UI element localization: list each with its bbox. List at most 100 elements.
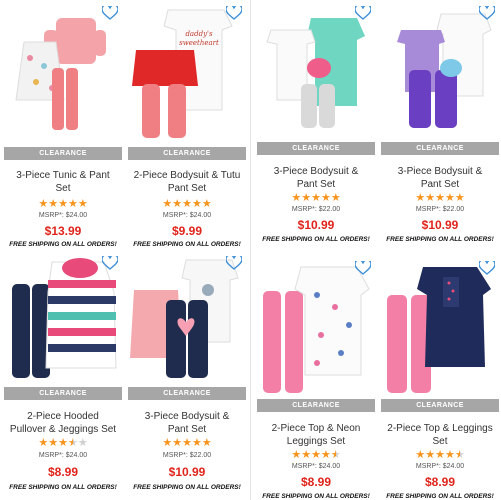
star-icon: ★ — [191, 198, 202, 210]
free-shipping-note: FREE SHIPPING ON ALL ORDERS! — [133, 241, 241, 248]
svg-text:sweetheart: sweetheart — [179, 39, 219, 47]
star-rating: ★★★★★ — [381, 192, 499, 204]
star-icon: ★ — [58, 198, 68, 210]
star-icon: ★ — [435, 192, 445, 204]
star-icon: ★ — [301, 192, 312, 204]
product-image[interactable] — [257, 0, 375, 138]
sale-price: $13.99 — [44, 224, 82, 238]
star-rating: ★★★★★ — [4, 198, 122, 210]
star-rating: ★★★★★ — [257, 449, 375, 461]
star-icon: ★ — [67, 198, 78, 210]
star-icon: ★ — [38, 437, 49, 449]
star-icon: ★ — [172, 198, 183, 210]
clearance-badge: CLEARANCE — [381, 142, 499, 155]
sale-price: $8.99 — [300, 475, 332, 489]
heart-icon[interactable] — [355, 261, 371, 275]
star-icon: ★ — [67, 437, 78, 449]
clearance-badge: CLEARANCE — [381, 399, 499, 412]
star-icon: ★ — [38, 198, 49, 210]
heart-icon[interactable] — [479, 6, 495, 20]
sale-price: $8.99 — [424, 475, 456, 489]
star-icon: ★ — [48, 198, 59, 210]
clearance-badge: CLEARANCE — [4, 147, 122, 160]
heart-icon[interactable] — [102, 256, 118, 270]
star-icon: ★ — [77, 198, 88, 210]
sale-price: $9.99 — [171, 224, 203, 238]
star-icon: ★ — [435, 449, 445, 461]
star-icon: ★ — [330, 192, 341, 204]
star-icon: ★ — [311, 192, 321, 204]
star-icon: ★ — [201, 198, 212, 210]
star-icon: ★ — [201, 437, 212, 449]
product-name[interactable]: 3-Piece Bodysuit & Pant Set — [128, 410, 246, 436]
product-image[interactable] — [4, 0, 122, 142]
free-shipping-note: FREE SHIPPING ON ALL ORDERS! — [386, 493, 494, 500]
star-rating: ★★★★★ — [128, 198, 246, 210]
msrp-price: MSRP*: $22.00 — [162, 452, 212, 459]
star-icon: ★ — [182, 198, 192, 210]
sale-price: $8.99 — [47, 465, 79, 479]
star-icon: ★ — [162, 198, 173, 210]
star-icon: ★ — [48, 437, 59, 449]
heart-icon[interactable] — [479, 261, 495, 275]
product-name[interactable]: 2-Piece Top & Leggings Set — [381, 422, 499, 448]
product-name[interactable]: 3-Piece Bodysuit & Pant Set — [381, 165, 499, 191]
right-screenshot-panel: CLEARANCE 3-Piece Bodysuit & Pant Set ★★… — [251, 0, 501, 500]
product-name[interactable]: 2-Piece Bodysuit & Tutu Pant Set — [128, 169, 246, 195]
sale-price: $10.99 — [297, 218, 335, 232]
product-name[interactable]: 2-Piece Top & Neon Leggings Set — [257, 422, 375, 448]
product-name[interactable]: 3-Piece Tunic & Pant Set — [4, 169, 122, 195]
clearance-badge: CLEARANCE — [128, 387, 246, 400]
star-icon: ★ — [425, 192, 436, 204]
star-icon: ★ — [454, 192, 465, 204]
star-icon: ★ — [311, 449, 321, 461]
msrp-price: MSRP*: $24.00 — [162, 212, 212, 219]
clearance-badge: CLEARANCE — [257, 399, 375, 412]
free-shipping-note: FREE SHIPPING ON ALL ORDERS! — [133, 484, 241, 491]
msrp-price: MSRP*: $24.00 — [415, 463, 465, 470]
heart-icon[interactable] — [226, 256, 242, 270]
product-image[interactable]: daddy's sweetheart — [128, 0, 246, 142]
product-name[interactable]: 3-Piece Bodysuit & Pant Set — [257, 165, 375, 191]
star-icon: ★ — [425, 449, 436, 461]
product-name[interactable]: 2-Piece Hooded Pullover & Jeggings Set — [4, 410, 122, 436]
product-image[interactable] — [4, 250, 122, 378]
sale-price: $10.99 — [421, 218, 459, 232]
product-image[interactable] — [381, 255, 499, 395]
clearance-badge: CLEARANCE — [257, 142, 375, 155]
star-icon: ★ — [444, 449, 455, 461]
msrp-price: MSRP*: $22.00 — [415, 206, 465, 213]
sale-price: $10.99 — [168, 465, 206, 479]
heart-icon[interactable] — [102, 6, 118, 20]
free-shipping-note: FREE SHIPPING ON ALL ORDERS! — [9, 484, 117, 491]
product-image[interactable] — [128, 250, 246, 378]
star-rating: ★★★★★ — [381, 449, 499, 461]
star-rating: ★★★★★ — [4, 437, 122, 449]
free-shipping-note: FREE SHIPPING ON ALL ORDERS! — [262, 493, 370, 500]
msrp-price: MSRP*: $24.00 — [38, 452, 88, 459]
star-icon: ★ — [320, 192, 331, 204]
star-icon: ★ — [454, 449, 465, 461]
star-icon: ★ — [291, 449, 302, 461]
star-icon: ★ — [58, 437, 68, 449]
free-shipping-note: FREE SHIPPING ON ALL ORDERS! — [386, 236, 494, 243]
star-rating: ★★★★★ — [257, 192, 375, 204]
star-icon: ★ — [191, 437, 202, 449]
product-image[interactable] — [381, 0, 499, 138]
star-icon: ★ — [301, 449, 312, 461]
msrp-price: MSRP*: $24.00 — [38, 212, 88, 219]
star-icon: ★ — [172, 437, 183, 449]
product-image[interactable] — [257, 255, 375, 395]
free-shipping-note: FREE SHIPPING ON ALL ORDERS! — [262, 236, 370, 243]
star-icon: ★ — [415, 449, 426, 461]
star-icon: ★ — [291, 192, 302, 204]
clearance-badge: CLEARANCE — [128, 147, 246, 160]
star-icon: ★ — [415, 192, 426, 204]
heart-icon[interactable] — [226, 6, 242, 20]
clearance-badge: CLEARANCE — [4, 387, 122, 400]
left-screenshot-panel: CLEARANCE 3-Piece Tunic & Pant Set ★★★★★… — [0, 0, 250, 500]
star-icon: ★ — [77, 437, 88, 449]
star-rating: ★★★★★ — [128, 437, 246, 449]
free-shipping-note: FREE SHIPPING ON ALL ORDERS! — [9, 241, 117, 248]
heart-icon[interactable] — [355, 6, 371, 20]
